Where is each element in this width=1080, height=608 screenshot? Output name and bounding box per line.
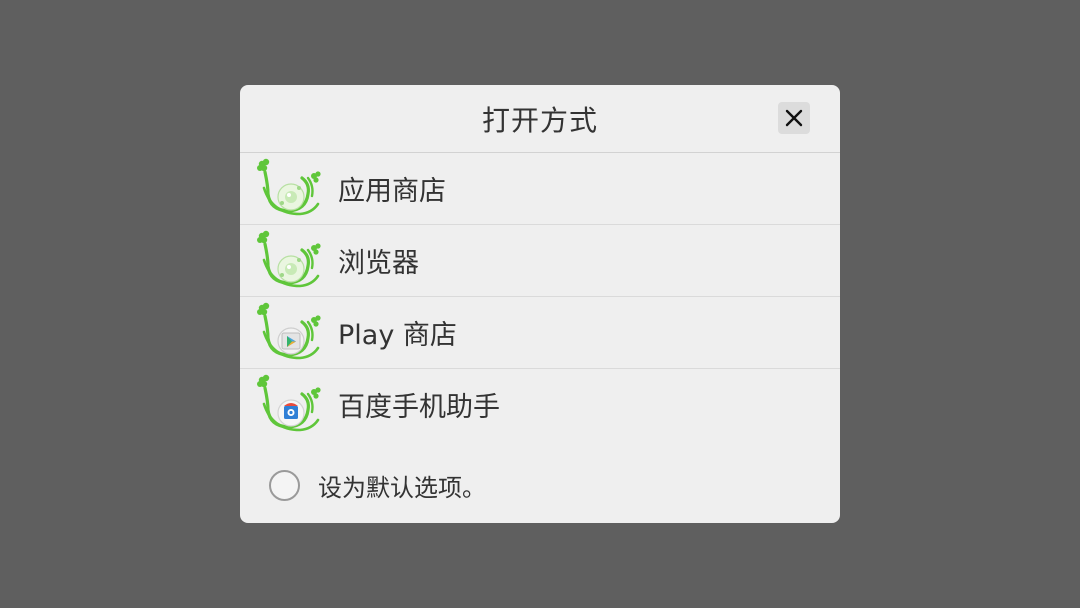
app-store-icon — [257, 158, 321, 215]
app-option-baidu-assistant[interactable]: 百度手机助手 — [240, 369, 840, 440]
app-label: 百度手机助手 — [338, 392, 500, 423]
play-store-icon — [257, 302, 321, 359]
app-label: 应用商店 — [338, 176, 446, 207]
dialog-header: 打开方式 — [240, 85, 840, 153]
open-with-dialog: 打开方式 应用商店 浏览器 Play 商店 百度手机助手 设为默认选项。 — [240, 85, 840, 523]
close-button[interactable] — [778, 102, 810, 134]
set-default-radio[interactable] — [269, 470, 300, 501]
browser-icon — [257, 230, 321, 287]
dialog-title: 打开方式 — [481, 103, 598, 137]
app-option-app-store[interactable]: 应用商店 — [240, 153, 840, 225]
close-icon — [785, 109, 803, 127]
set-default-label: 设为默认选项。 — [318, 474, 486, 502]
baidu-assistant-icon — [257, 374, 321, 431]
app-list: 应用商店 浏览器 Play 商店 百度手机助手 — [240, 153, 840, 440]
app-option-browser[interactable]: 浏览器 — [240, 225, 840, 297]
app-label: 浏览器 — [338, 248, 419, 279]
app-option-play-store[interactable]: Play 商店 — [240, 297, 840, 369]
app-label: Play 商店 — [338, 320, 457, 351]
set-default-option[interactable]: 设为默认选项。 — [269, 468, 486, 503]
